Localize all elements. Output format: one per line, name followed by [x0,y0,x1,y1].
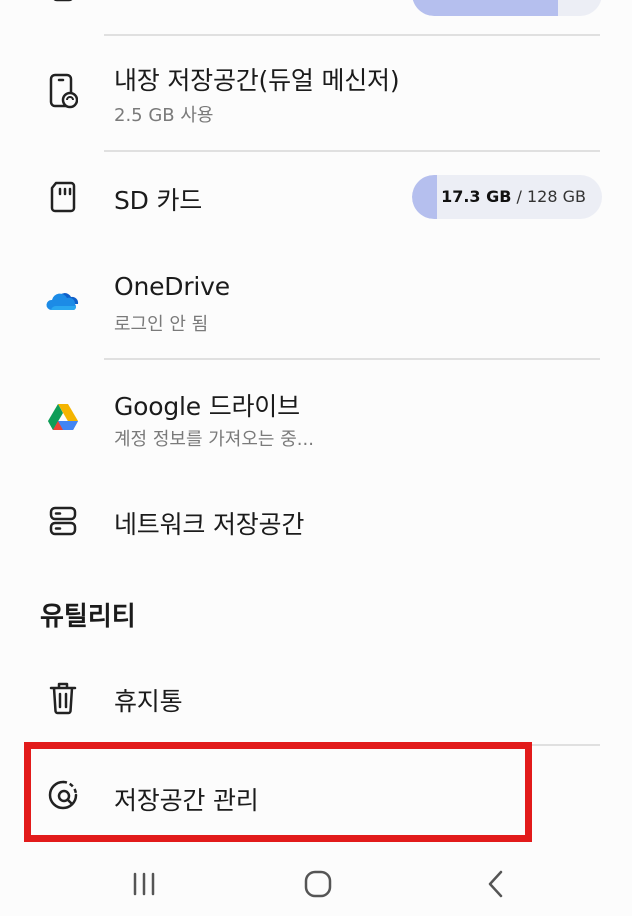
utility-item-title: 휴지통 [114,687,183,716]
highlight-box [24,742,532,842]
storage-item-google-drive[interactable]: Google 드라이브 계정 정보를 가져오는 중... [0,359,632,474]
sd-card-usage-fill [412,175,437,219]
storage-item-sd-card[interactable]: SD 카드 17.3 GB / 128 GB [0,151,632,243]
storage-item-dual-messenger[interactable]: 내장 저장공간(듀얼 메신저) 2.5 GB 사용 [0,35,632,150]
back-icon[interactable] [476,864,516,904]
sd-card-usage-bar: 17.3 GB / 128 GB [412,175,602,219]
sd-card-total: 128 GB [527,187,586,206]
storage-item-title: 내장 저장공간(듀얼 메신저) [114,66,400,95]
navigation-bar [0,850,632,916]
phone-icon [40,0,86,10]
internal-storage-usage-bar [412,0,602,16]
storage-item-subtitle: 로그인 안 됨 [114,314,209,335]
section-header-utilities: 유틸리티 [40,602,136,632]
storage-item-network[interactable]: 네트워크 저장공간 [0,475,632,567]
network-storage-icon [40,503,86,539]
sd-card-used: 17.3 GB [441,187,512,206]
storage-item-title: SD 카드 [114,186,203,215]
sd-card-usage-text: 17.3 GB / 128 GB [441,187,586,206]
utility-item-trash[interactable]: 휴지통 [0,652,632,744]
storage-item-subtitle: 계정 정보를 가져오는 중... [114,429,314,450]
storage-item-title: Google 드라이브 [114,392,300,421]
storage-item-title: OneDrive [114,272,230,301]
storage-item-onedrive[interactable]: OneDrive 로그인 안 됨 [0,244,632,358]
storage-item-title: 네트워크 저장공간 [114,510,305,539]
sd-card-icon [40,179,86,215]
storage-item-subtitle: 2.5 GB 사용 [114,105,214,126]
trash-icon [40,680,86,716]
onedrive-icon [40,286,86,316]
recent-apps-icon[interactable] [124,864,164,904]
storage-item-internal-partial[interactable] [0,0,632,34]
internal-storage-usage-fill [412,0,558,16]
google-drive-icon [40,401,86,433]
home-icon[interactable] [298,864,338,904]
phone-dual-messenger-icon [40,71,86,111]
